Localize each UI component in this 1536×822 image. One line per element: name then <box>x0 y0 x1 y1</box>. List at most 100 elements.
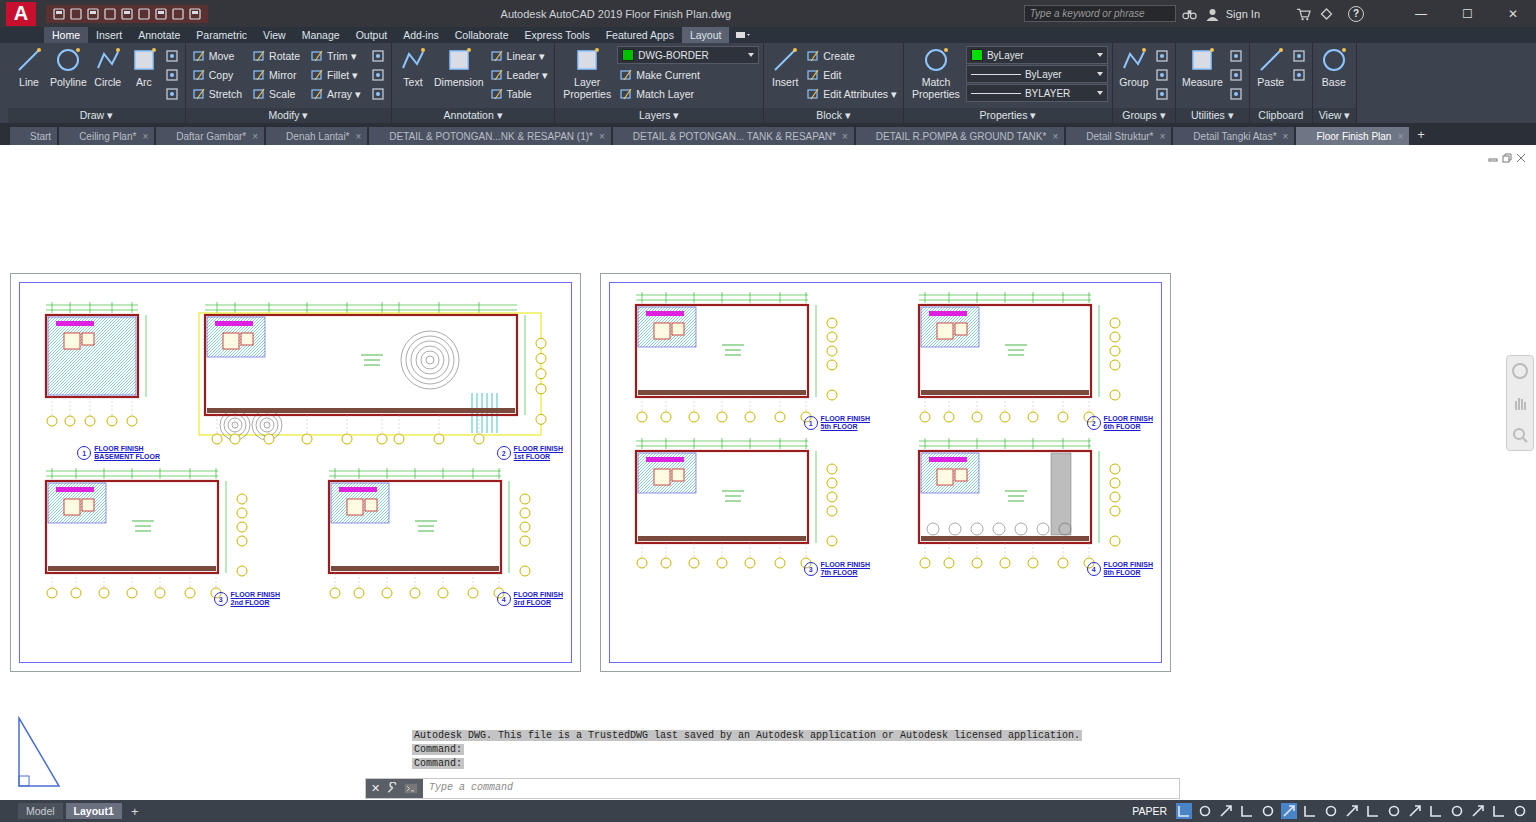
status-toggle-icon[interactable] <box>1512 803 1528 819</box>
floor-plan[interactable]: 3FLOOR FINISH2nd FLOOR <box>24 465 284 607</box>
drawing-canvas[interactable]: 1FLOOR FINISHBASEMENT FLOOR2FLOOR FINISH… <box>0 145 1536 800</box>
ribbon-small-tool[interactable]: Copy <box>190 65 244 84</box>
ribbon-toggle-icon[interactable] <box>735 31 751 39</box>
tab-close-button[interactable]: × <box>1397 131 1403 142</box>
ribbon-panel-title[interactable]: View ▾ <box>1313 108 1357 123</box>
exchange-icon[interactable] <box>1319 7 1334 21</box>
ribbon-panel-title[interactable]: Annotation ▾ <box>392 108 554 123</box>
ribbon-large-tool[interactable]: Paste <box>1254 46 1288 88</box>
ribbon-small-tool[interactable]: Leader ▾ <box>488 65 551 84</box>
ribbon-tab[interactable]: Output <box>348 27 396 43</box>
file-tab[interactable]: Start <box>10 127 57 145</box>
ribbon-icon-button[interactable] <box>163 84 181 103</box>
ribbon-small-tool[interactable]: Stretch <box>190 84 244 103</box>
file-tab[interactable]: Ceiling Plan*× <box>59 127 154 145</box>
ribbon-icon-button[interactable] <box>1290 65 1308 84</box>
window-control-button[interactable]: — <box>1398 7 1444 21</box>
app-logo[interactable]: A <box>6 2 36 26</box>
file-tab[interactable]: Denah Lantai*× <box>266 127 367 145</box>
ribbon-icon-button[interactable] <box>163 46 181 65</box>
ribbon-icon-button[interactable] <box>1227 65 1245 84</box>
ribbon-tab[interactable]: Parametric <box>188 27 255 43</box>
ribbon-small-tool[interactable]: Scale <box>250 84 302 103</box>
ribbon-panel-title[interactable]: Clipboard <box>1250 108 1312 123</box>
floor-plan[interactable]: 4FLOOR FINISH3rd FLOOR <box>307 465 567 607</box>
zoom-icon[interactable] <box>1511 426 1529 444</box>
ribbon-panel-title[interactable]: Layers ▾ <box>555 108 763 123</box>
ribbon-large-tool[interactable]: Layer Properties <box>559 46 615 100</box>
command-close-button[interactable]: ✕ <box>371 782 380 795</box>
user-icon[interactable] <box>1205 7 1220 21</box>
file-tab[interactable]: Daftar Gambar*× <box>156 127 264 145</box>
tab-close-button[interactable]: × <box>1283 131 1289 142</box>
quick-access-icon[interactable] <box>120 7 134 21</box>
help-button[interactable]: ? <box>1348 6 1364 22</box>
restore-icon[interactable] <box>1502 153 1512 163</box>
ribbon-panel-title[interactable]: Utilities ▾ <box>1176 108 1249 123</box>
ribbon-large-tool[interactable]: Arc <box>127 46 161 88</box>
status-toggle-icon[interactable] <box>1491 803 1507 819</box>
quick-access-icon[interactable] <box>154 7 168 21</box>
ribbon-tab[interactable]: Add-ins <box>395 27 447 43</box>
ribbon-icon-button[interactable] <box>1153 84 1171 103</box>
tab-close-button[interactable]: × <box>1160 131 1166 142</box>
ribbon-panel-title[interactable]: Draw ▾ <box>8 108 185 123</box>
status-toggle-icon[interactable] <box>1449 803 1465 819</box>
layout-tab[interactable]: Layout1 <box>66 803 122 819</box>
close-icon[interactable] <box>1516 153 1526 163</box>
steering-wheel-icon[interactable] <box>1511 362 1529 380</box>
quick-access-icon[interactable] <box>103 7 117 21</box>
wrench-icon[interactable] <box>385 782 399 795</box>
ribbon-icon-button[interactable] <box>369 65 387 84</box>
status-toggle-icon[interactable] <box>1260 803 1276 819</box>
prompt-icon[interactable] <box>404 782 418 795</box>
ribbon-small-tool[interactable]: Fillet ▾ <box>308 65 363 84</box>
status-toggle-icon[interactable] <box>1176 803 1192 819</box>
ribbon-small-tool[interactable]: Array ▾ <box>308 84 363 103</box>
file-tab[interactable]: DETAIL & POTONGAN... TANK & RESAPAN*× <box>613 127 854 145</box>
ribbon-icon-button[interactable] <box>163 65 181 84</box>
search-field[interactable]: Type a keyword or phrase <box>1024 5 1176 22</box>
tab-close-button[interactable]: × <box>252 131 258 142</box>
ribbon-large-tool[interactable]: Insert <box>768 46 802 88</box>
ribbon-tab[interactable]: Collaborate <box>447 27 517 43</box>
ribbon-small-tool[interactable]: Mirror <box>250 65 302 84</box>
status-toggle-icon[interactable] <box>1302 803 1318 819</box>
ribbon-small-tool[interactable]: Table <box>488 84 551 103</box>
layout-tab[interactable]: Model <box>18 803 63 819</box>
ribbon-tab[interactable]: Featured Apps <box>598 27 682 43</box>
tab-close-button[interactable]: × <box>142 131 148 142</box>
floor-plan[interactable]: 3FLOOR FINISH7th FLOOR <box>614 435 874 577</box>
ribbon-tab[interactable]: Insert <box>88 27 130 43</box>
sign-in-button[interactable]: Sign In <box>1226 8 1290 20</box>
binoculars-icon[interactable] <box>1182 7 1197 21</box>
new-layout-button[interactable]: + <box>125 804 145 819</box>
ribbon-icon-button[interactable] <box>369 46 387 65</box>
quick-access-icon[interactable] <box>52 7 66 21</box>
quick-access-icon[interactable] <box>86 7 100 21</box>
ribbon-tab[interactable]: Layout <box>682 27 730 43</box>
ribbon-small-tool[interactable]: Match Layer <box>617 84 759 103</box>
paper-sheet[interactable]: 1FLOOR FINISH5th FLOOR2FLOOR FINISH6th F… <box>600 273 1171 672</box>
file-tab[interactable]: Detail Struktur*× <box>1066 127 1171 145</box>
quick-access-icon[interactable] <box>171 7 185 21</box>
file-tab[interactable]: DETAIL R.POMPA & GROUND TANK*× <box>856 127 1064 145</box>
quick-access-icon[interactable] <box>188 7 202 21</box>
floor-plan[interactable]: 2FLOOR FINISH6th FLOOR <box>897 289 1157 431</box>
paper-sheet[interactable]: 1FLOOR FINISHBASEMENT FLOOR2FLOOR FINISH… <box>10 273 581 672</box>
status-toggle-icon[interactable] <box>1407 803 1423 819</box>
ribbon-dropdown[interactable]: ByLayer <box>966 46 1108 64</box>
ribbon-small-tool[interactable]: Linear ▾ <box>488 46 551 65</box>
space-toggle[interactable]: PAPER <box>1132 805 1167 817</box>
ribbon-large-tool[interactable]: Polyline <box>48 46 89 88</box>
ribbon-large-tool[interactable]: Line <box>12 46 46 88</box>
ribbon-dropdown[interactable]: DWG-BORDER <box>617 46 759 64</box>
status-toggle-icon[interactable] <box>1428 803 1444 819</box>
quick-access-icon[interactable] <box>137 7 151 21</box>
ribbon-tab[interactable]: Home <box>44 27 88 43</box>
ribbon-icon-button[interactable] <box>1290 46 1308 65</box>
status-toggle-icon[interactable] <box>1386 803 1402 819</box>
status-toggle-icon[interactable] <box>1239 803 1255 819</box>
ribbon-small-tool[interactable]: Trim ▾ <box>308 46 363 65</box>
ribbon-icon-button[interactable] <box>369 84 387 103</box>
